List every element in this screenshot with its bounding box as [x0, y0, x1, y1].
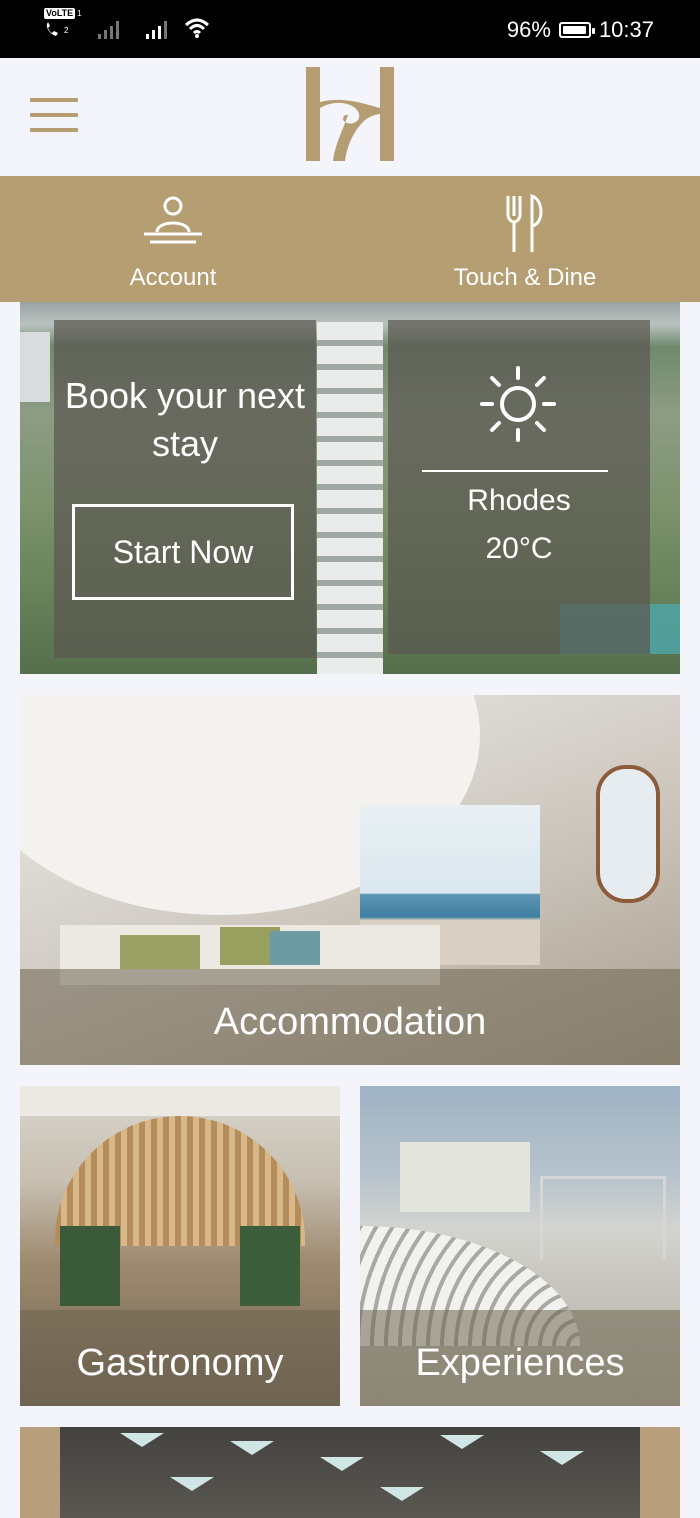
signal-sim1-icon — [97, 21, 119, 39]
experiences-building — [400, 1142, 530, 1212]
experiences-label: Experiences — [415, 1342, 625, 1384]
wifi-calling-icon — [46, 22, 58, 36]
weather-divider — [422, 470, 608, 472]
account-desk-icon — [144, 196, 202, 244]
account-label: Account — [129, 264, 217, 291]
sim1-number: 1 — [77, 9, 82, 18]
sun-icon — [480, 366, 556, 442]
gastronomy-plant-wall — [240, 1226, 300, 1306]
battery-level — [562, 26, 586, 34]
wifi-icon — [184, 18, 209, 38]
next-card[interactable] — [20, 1427, 680, 1518]
accommodation-pillow — [270, 931, 320, 965]
accommodation-label: Accommodation — [213, 1001, 487, 1043]
signal-sim2-icon — [145, 21, 167, 39]
gastronomy-ceiling — [20, 1086, 340, 1116]
book-stay-panel: Book your next stay Start Now — [54, 320, 316, 658]
ceiling-light — [440, 1435, 484, 1449]
gastronomy-plant-wall — [60, 1226, 120, 1306]
ceiling-light — [170, 1477, 214, 1491]
gastronomy-card[interactable]: Gastronomy — [20, 1086, 340, 1406]
accommodation-mirror — [596, 765, 660, 903]
hero-resort-image — [317, 322, 383, 674]
volte-indicator: VoLTE 1 2 — [44, 8, 82, 38]
experiences-card[interactable]: Experiences — [360, 1086, 680, 1406]
hero-building — [20, 332, 50, 402]
accommodation-pillow — [120, 935, 200, 969]
weather-panel: Rhodes 20°C — [388, 320, 650, 654]
hamburger-menu-icon[interactable] — [30, 98, 78, 132]
weather-temperature: 20°C — [485, 532, 553, 565]
book-stay-title: Book your next stay — [64, 375, 306, 464]
status-bar: VoLTE 1 2 96% 10:37 — [0, 0, 700, 58]
start-now-button[interactable]: Start Now — [72, 504, 294, 600]
accommodation-card[interactable]: Accommodation — [20, 695, 680, 1065]
gastronomy-label: Gastronomy — [76, 1342, 284, 1384]
ceiling-light — [230, 1441, 274, 1455]
touch-and-dine-label: Touch & Dine — [453, 264, 597, 291]
battery-icon — [558, 22, 595, 38]
fork-knife-icon — [506, 194, 543, 252]
volte-badge: VoLTE — [44, 8, 76, 19]
status-left: VoLTE 1 2 — [44, 8, 210, 40]
quick-actions-bar: Account Touch & Dine — [0, 176, 700, 302]
clock: 10:37 — [598, 17, 654, 42]
ceiling-light — [320, 1457, 364, 1471]
account-button[interactable]: Account — [100, 176, 246, 302]
sim2-number: 2 — [64, 25, 69, 35]
touch-and-dine-button[interactable]: Touch & Dine — [440, 176, 610, 302]
hotel-logo — [306, 67, 394, 161]
app-header — [0, 58, 700, 176]
ceiling-light — [120, 1433, 164, 1447]
experiences-stage — [540, 1176, 666, 1259]
battery-percentage: 96% — [506, 17, 551, 42]
weather-city: Rhodes — [467, 484, 571, 517]
next-card-pillar — [640, 1427, 680, 1518]
hero-banner: Book your next stay Start Now Rhodes 20°… — [20, 302, 680, 674]
ceiling-light — [540, 1451, 584, 1465]
ceiling-light — [380, 1487, 424, 1501]
status-right: 96% 10:37 — [507, 17, 654, 43]
next-card-pillar — [20, 1427, 60, 1518]
